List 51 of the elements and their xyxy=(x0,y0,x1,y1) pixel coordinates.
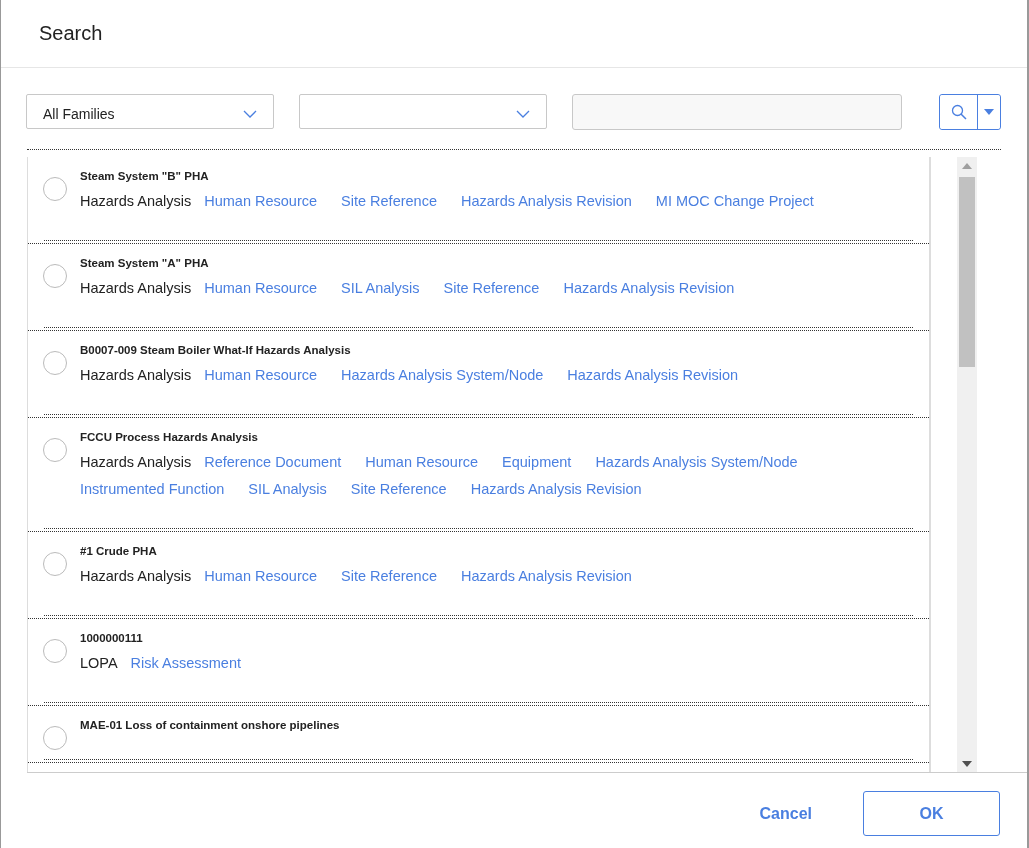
family-name: Hazards Analysis xyxy=(80,366,192,385)
family-name: LOPA xyxy=(80,654,118,673)
related-family-link[interactable]: Hazards Analysis Revision xyxy=(563,278,735,299)
caret-down-icon xyxy=(984,108,994,115)
scrollbar[interactable] xyxy=(957,157,977,772)
related-family-link[interactable]: Site Reference xyxy=(350,479,447,500)
related-family-link[interactable]: Hazards Analysis Revision xyxy=(460,191,632,212)
related-family-link[interactable]: Site Reference xyxy=(443,278,540,299)
family-name: Hazards Analysis xyxy=(80,192,192,211)
scroll-up-icon xyxy=(962,163,972,169)
related-family-link[interactable]: Risk Assessment xyxy=(130,653,241,674)
family-name: Hazards Analysis xyxy=(80,567,192,586)
related-family-link[interactable]: Human Resource xyxy=(204,566,318,587)
result-title: MAE-01 Loss of containment onshore pipelines xyxy=(80,719,341,731)
related-family-link[interactable]: Site Reference xyxy=(341,566,437,587)
related-family-link[interactable]: Reference Document xyxy=(204,452,342,473)
related-family-link[interactable]: Hazards Analysis Revision xyxy=(567,365,739,386)
ok-button[interactable]: OK xyxy=(863,791,1000,836)
related-family-link[interactable]: Instrumented Function xyxy=(80,479,225,500)
scroll-down-icon xyxy=(962,761,972,767)
result-title: FCCU Process Hazards Analysis xyxy=(80,431,259,443)
related-family-link[interactable]: Equipment xyxy=(502,452,572,473)
related-family-link[interactable]: Hazards Analysis Revision xyxy=(470,479,642,500)
related-family-link[interactable]: SIL Analysis xyxy=(341,278,420,299)
family-dropdown[interactable]: All Families xyxy=(26,94,274,129)
result-title: B0007-009 Steam Boiler What-If Hazards Analysis xyxy=(80,344,352,356)
dialog-title: Search xyxy=(39,22,103,45)
related-family-link[interactable]: Human Resource xyxy=(204,191,318,212)
related-family-link[interactable]: SIL Analysis xyxy=(248,479,327,500)
chevron-down-icon xyxy=(516,109,530,118)
result-title: Steam System "B" PHA xyxy=(80,170,210,182)
related-family-link[interactable]: Human Resource xyxy=(204,278,318,299)
chevron-down-icon xyxy=(243,109,257,118)
related-family-link[interactable]: Hazards Analysis Revision xyxy=(460,566,632,587)
search-field[interactable] xyxy=(572,93,902,130)
family-name: Hazards Analysis xyxy=(80,279,192,298)
result-title: 1000000111 xyxy=(80,632,144,644)
search-button[interactable] xyxy=(940,94,978,129)
result-title: Steam System "A" PHA xyxy=(80,257,210,269)
related-family-link[interactable]: Hazards Analysis System/Node xyxy=(341,365,544,386)
related-family-link[interactable]: Human Resource xyxy=(365,452,479,473)
related-family-link[interactable]: Human Resource xyxy=(204,365,318,386)
related-family-link[interactable]: MI MOC Change Project xyxy=(655,191,814,212)
cancel-button[interactable]: Cancel xyxy=(743,796,828,831)
related-family-link[interactable]: Site Reference xyxy=(341,191,437,212)
family-name: Hazards Analysis xyxy=(80,453,192,472)
search-icon xyxy=(950,103,967,120)
related-family-link[interactable]: Hazards Analysis System/Node xyxy=(595,452,798,473)
query-dropdown[interactable] xyxy=(299,94,547,129)
result-title: #1 Crude PHA xyxy=(80,545,158,557)
scrollbar-thumb[interactable] xyxy=(959,177,975,367)
